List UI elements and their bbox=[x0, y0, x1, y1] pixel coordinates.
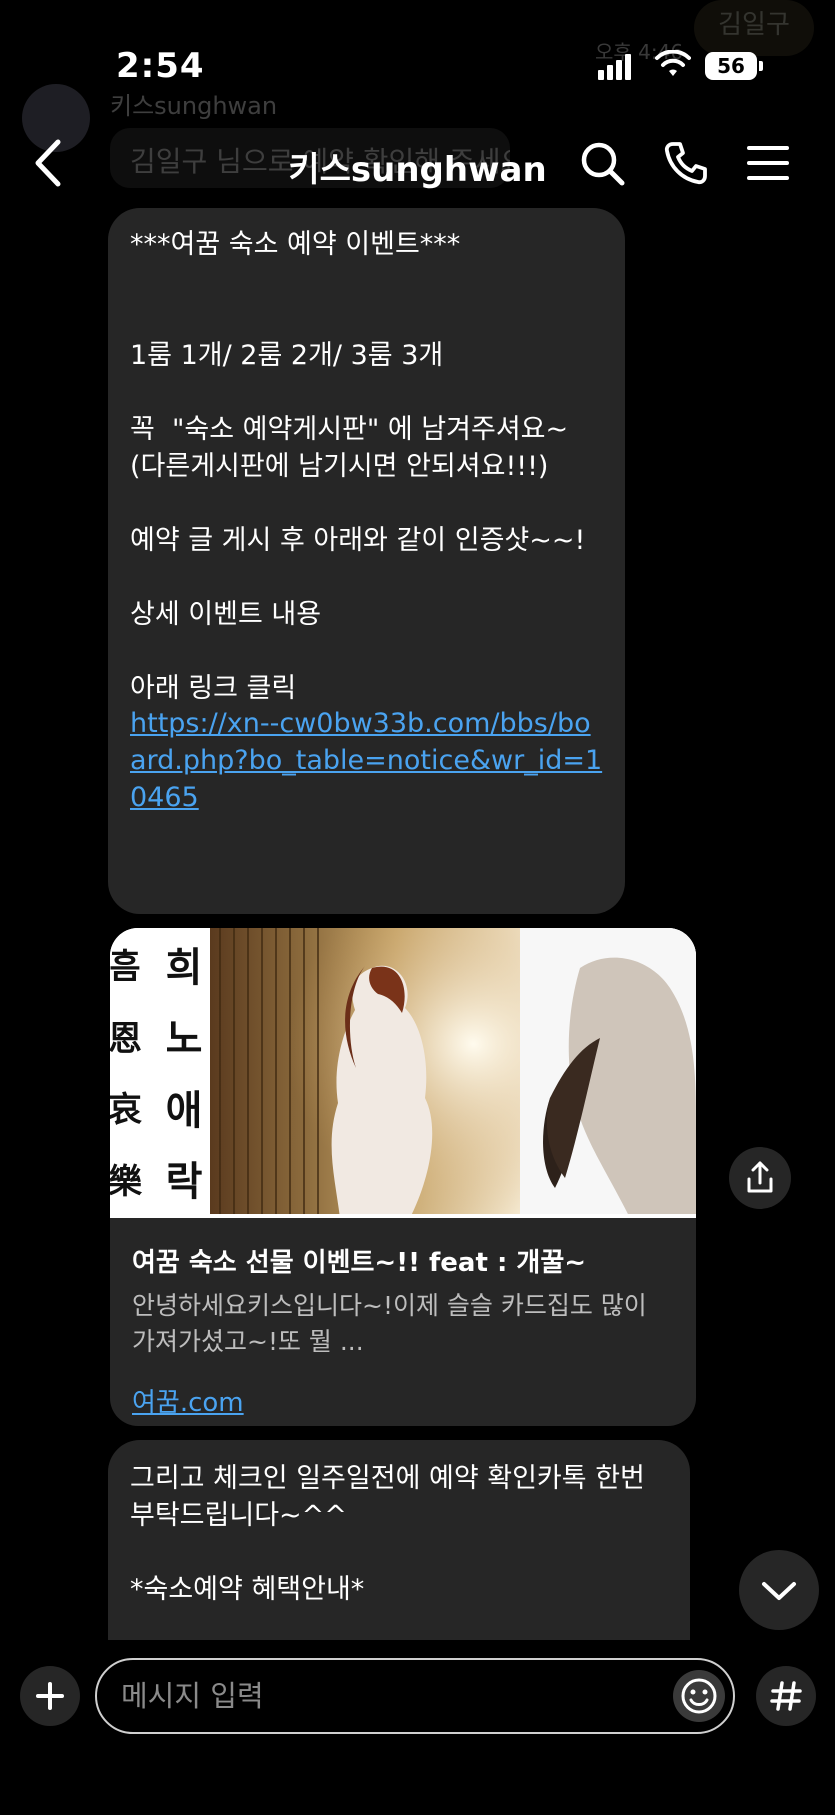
wifi-icon bbox=[655, 50, 691, 76]
calligraphy-left-1: 흠 bbox=[110, 947, 141, 988]
emoji-icon bbox=[681, 1678, 717, 1714]
chat-screen: 김일구 오후 4:46 키스sunghwan 김일구 님으로 예약 확인해 주세… bbox=[0, 0, 835, 1815]
event-message-link[interactable]: https://xn--cw0bw33b.com/bbs/board.php?b… bbox=[130, 705, 603, 816]
checkin-message-bubble: 그리고 체크인 일주일전에 예약 확인카톡 한번 부탁드립니다~^^ *숙소예약… bbox=[108, 1440, 690, 1640]
composer-bar bbox=[0, 1644, 835, 1815]
battery-cap bbox=[759, 61, 763, 71]
chat-header: 키스sunghwan bbox=[0, 118, 835, 208]
message-input-container bbox=[95, 1658, 735, 1734]
hashtag-button[interactable] bbox=[756, 1666, 816, 1726]
plus-icon bbox=[36, 1682, 64, 1710]
message-input[interactable] bbox=[121, 1660, 661, 1732]
cellular-signal-icon bbox=[598, 54, 631, 80]
calligraphy-right-1: 희 bbox=[165, 943, 203, 991]
battery-level: 56 bbox=[705, 52, 757, 80]
calligraphy-left-3: 哀 bbox=[110, 1090, 142, 1131]
calligraphy-left-4: 樂 bbox=[110, 1161, 142, 1202]
link-preview-description: 안녕하세요키스입니다~!이제 슬슬 카드집도 많이 가져가셨고~!또 뭘 ... bbox=[132, 1291, 647, 1356]
event-message-text: ***여꿈 숙소 예약 이벤트*** 1룸 1개/ 2룸 2개/ 3룸 3개 꼭… bbox=[130, 229, 586, 704]
calligraphy-right-2: 노 bbox=[165, 1015, 203, 1063]
link-preview-title: 여꿈 숙소 선물 이벤트~!! feat : 개꿀~ bbox=[132, 1248, 587, 1278]
calligraphy-right-3: 애 bbox=[165, 1086, 203, 1134]
calligraphy-left-2: 恩 bbox=[110, 1018, 142, 1059]
link-preview-domain[interactable]: 여꿈.com bbox=[132, 1382, 244, 1419]
attach-button[interactable] bbox=[20, 1666, 80, 1726]
emoji-button[interactable] bbox=[673, 1670, 725, 1722]
chat-title: 키스sunghwan bbox=[288, 150, 547, 190]
menu-icon[interactable] bbox=[745, 140, 791, 186]
link-preview-image: 흠 恩 哀 樂 희 노 애 락 bbox=[110, 928, 696, 1218]
chevron-down-icon bbox=[762, 1582, 796, 1600]
event-message-bubble: ***여꿈 숙소 예약 이벤트*** 1룸 1개/ 2룸 2개/ 3룸 3개 꼭… bbox=[108, 208, 625, 914]
status-bar: 2:54 56 bbox=[0, 0, 835, 110]
status-time: 2:54 bbox=[116, 46, 205, 86]
phone-icon[interactable] bbox=[663, 140, 709, 186]
link-preview-card[interactable]: 흠 恩 哀 樂 희 노 애 락 여꿈 숙소 선물 이벤트~!! feat : 개… bbox=[110, 928, 696, 1426]
search-icon[interactable] bbox=[579, 140, 625, 186]
share-button[interactable] bbox=[729, 1147, 791, 1209]
hashtag-icon bbox=[770, 1681, 802, 1711]
share-icon bbox=[747, 1161, 773, 1193]
calligraphy-right-4: 락 bbox=[165, 1158, 203, 1206]
scroll-to-bottom-button[interactable] bbox=[739, 1550, 819, 1630]
checkin-message-text: 그리고 체크인 일주일전에 예약 확인카톡 한번 부탁드립니다~^^ *숙소예약… bbox=[130, 1463, 645, 1605]
